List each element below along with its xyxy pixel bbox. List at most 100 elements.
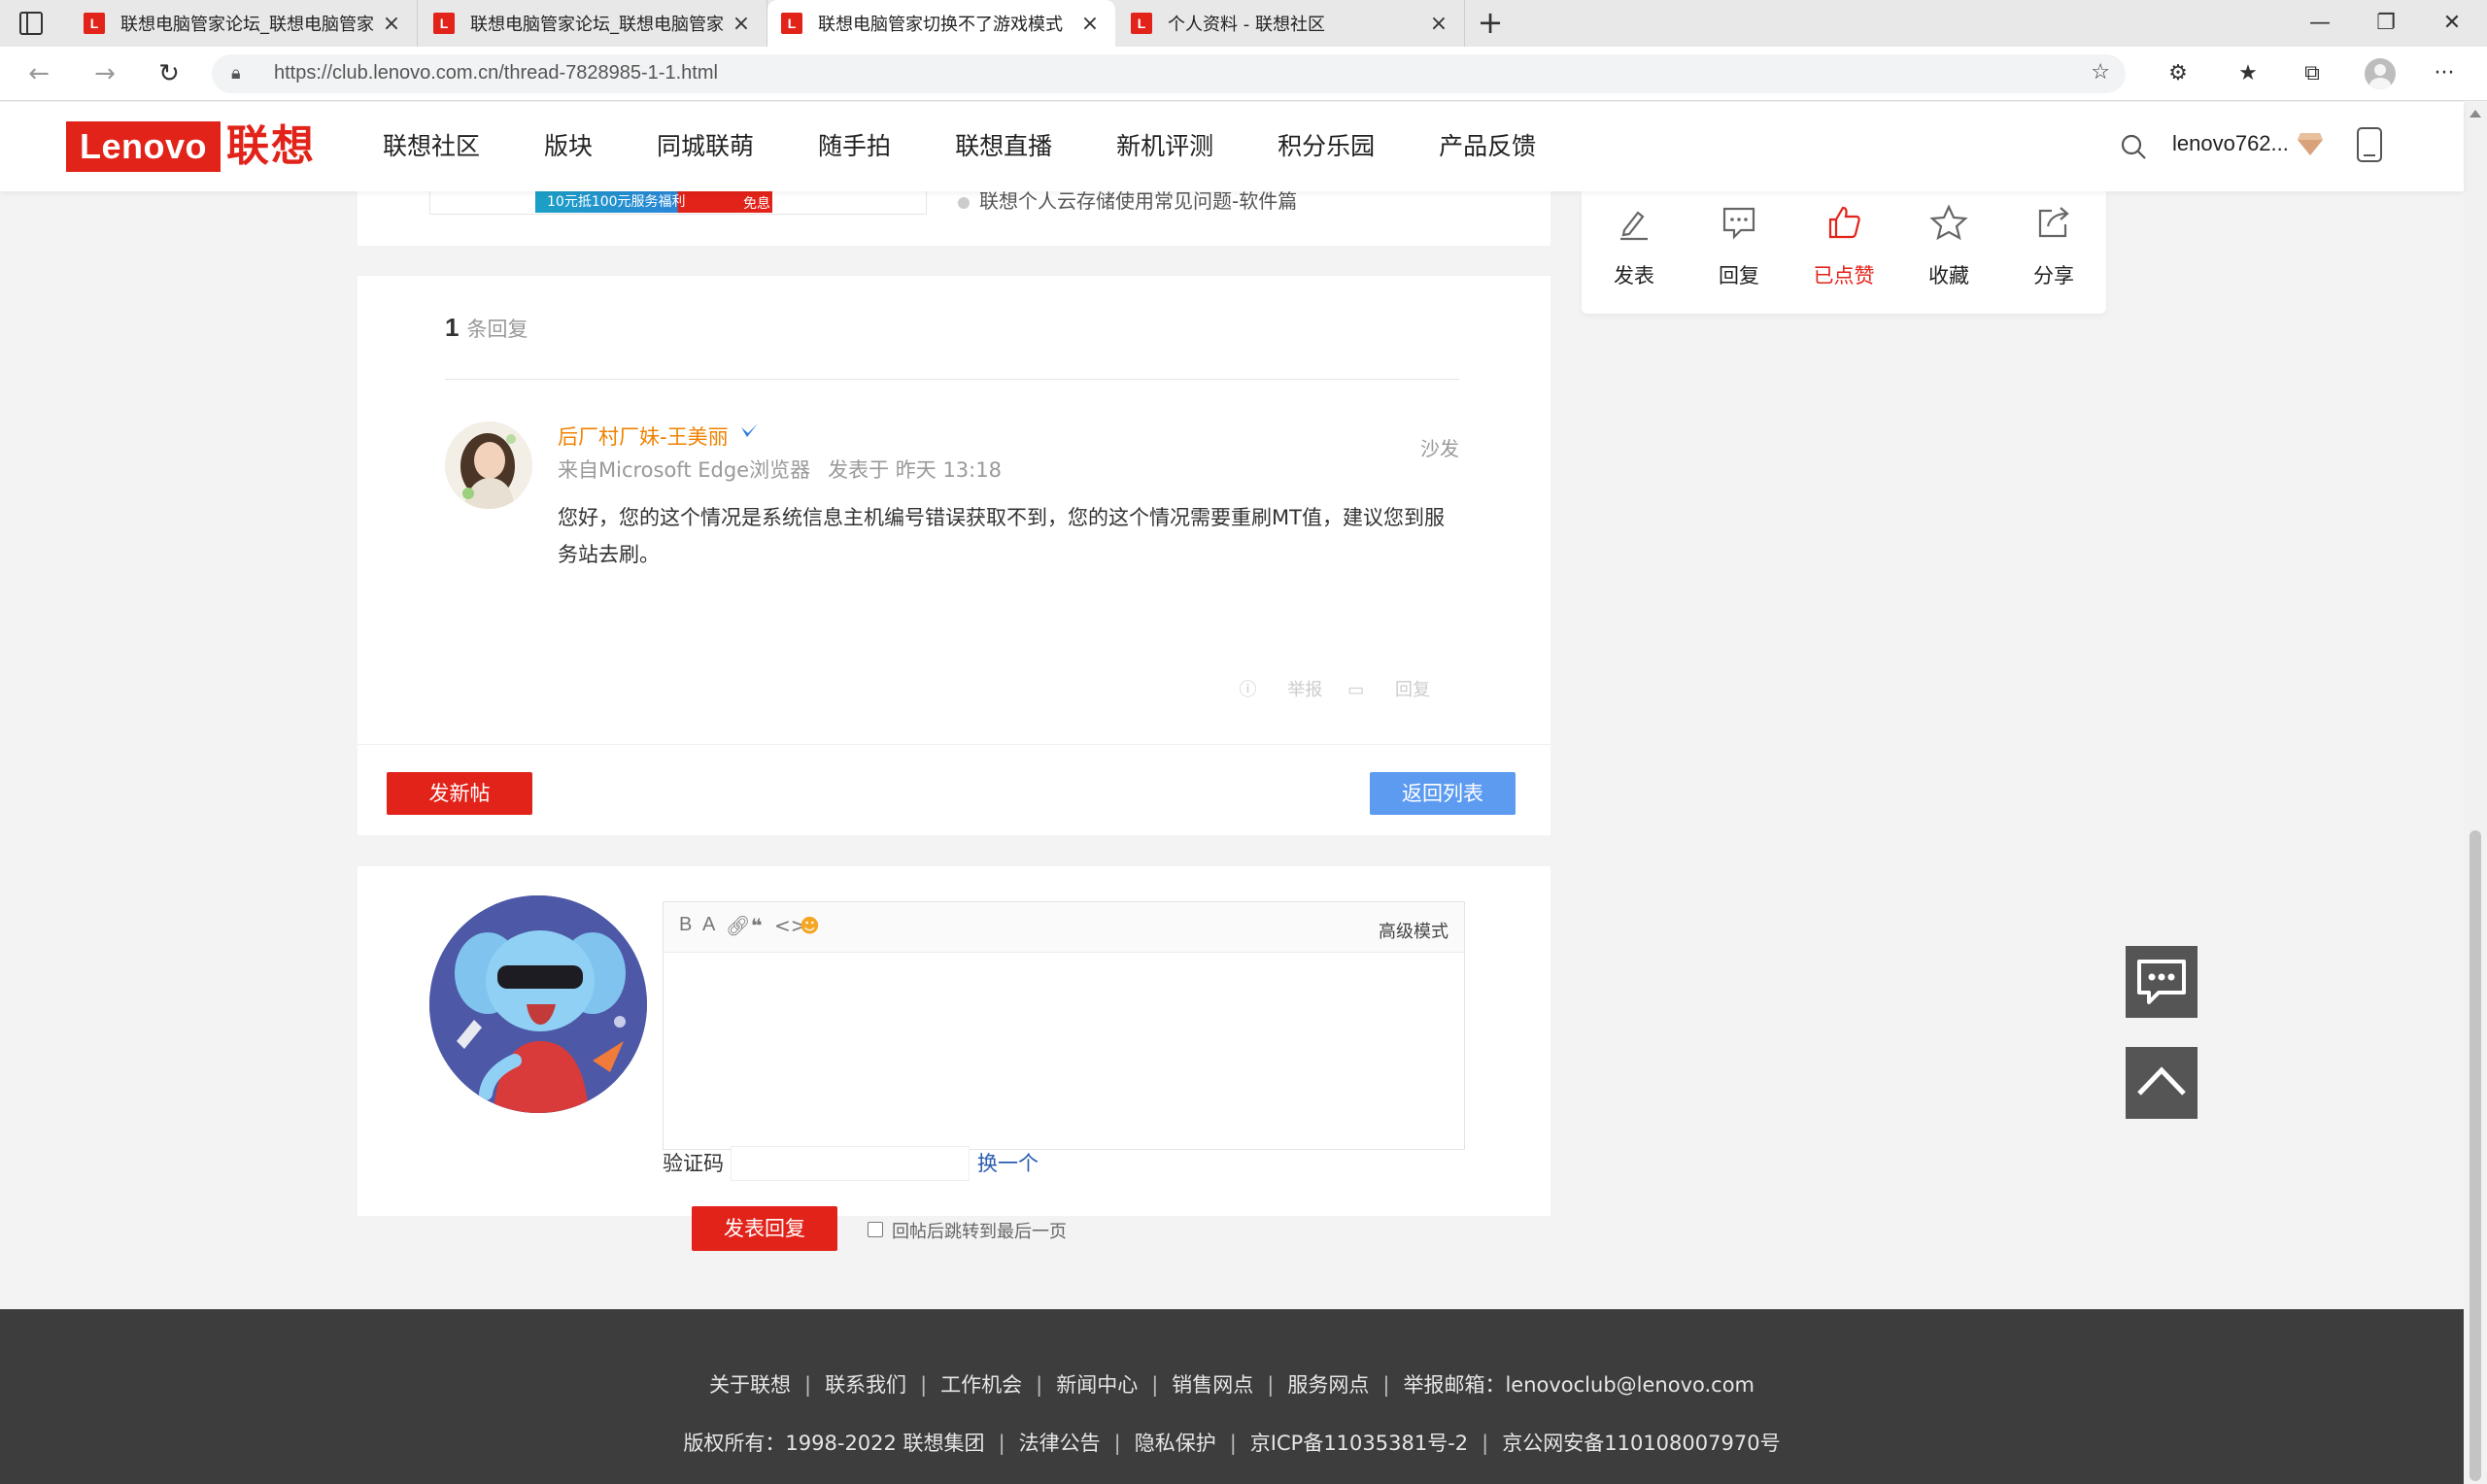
close-icon[interactable]: × — [380, 12, 403, 36]
extensions-icon[interactable]: ⚙ — [2163, 58, 2194, 89]
separator: | — [920, 1373, 928, 1397]
close-icon[interactable]: × — [730, 12, 753, 36]
post-actions-card: 发表 回复 已点赞 收藏 分享 — [1582, 191, 2106, 314]
post-action-button[interactable]: 发表 — [1595, 203, 1673, 289]
reply-author-name[interactable]: 后厂村厂妹-王美丽 — [558, 422, 760, 451]
mobile-icon[interactable] — [2357, 127, 2382, 162]
footer-link-legal[interactable]: 法律公告 — [1019, 1432, 1101, 1455]
browser-tab-2[interactable]: L 联想电脑管家论坛_联想电脑管家 × — [420, 0, 767, 47]
font-color-button[interactable]: A — [702, 914, 715, 936]
back-to-list-button[interactable]: 返回列表 — [1370, 772, 1516, 815]
edit-icon — [1620, 211, 1648, 241]
more-menu-icon[interactable]: ··· — [2429, 58, 2460, 89]
new-post-button[interactable]: 发新帖 — [387, 772, 532, 815]
separator: | — [1382, 1373, 1390, 1397]
address-bar[interactable]: 🔒︎ https://club.lenovo.com.cn/thread-782… — [212, 54, 2126, 93]
nav-item-live[interactable]: 联想直播 — [955, 102, 1052, 191]
reply-action-button[interactable]: 回复 — [1700, 203, 1778, 289]
separator: | — [1151, 1373, 1159, 1397]
icp-license-link[interactable]: 京ICP备11035381号-2 — [1250, 1432, 1468, 1455]
footer-link-sales[interactable]: 销售网点 — [1172, 1373, 1253, 1397]
captcha-refresh-link[interactable]: 换一个 — [977, 1148, 1039, 1177]
restore-icon[interactable]: ❐ — [2357, 6, 2415, 41]
nav-item-community[interactable]: 联想社区 — [383, 102, 480, 191]
reply-count-label: 条回复 — [466, 318, 528, 341]
reply-action-label: 回复 — [1719, 264, 1759, 287]
add-favorite-icon[interactable]: ☆ — [2091, 60, 2110, 84]
back-arrow-icon[interactable]: ← — [21, 56, 56, 91]
reply-meta: 来自Microsoft Edge浏览器 发表于 昨天 13:18 — [558, 455, 1019, 484]
like-action-button[interactable]: 已点赞 — [1805, 203, 1883, 289]
scrollbar-thumb[interactable] — [2470, 830, 2481, 1481]
footer-link-privacy[interactable]: 隐私保护 — [1135, 1432, 1216, 1455]
nav-item-feedback[interactable]: 产品反馈 — [1439, 102, 1536, 191]
close-icon[interactable]: × — [1427, 12, 1450, 36]
captcha-label: 验证码 — [663, 1152, 724, 1175]
window-close-icon[interactable]: ✕ — [2423, 6, 2481, 41]
reply-author-text[interactable]: 后厂村厂妹-王美丽 — [558, 425, 729, 449]
advanced-mode-link[interactable]: 高级模式 — [1379, 918, 1448, 943]
copyright-text: 版权所有：1998-2022 联想集团 — [683, 1432, 985, 1455]
footer-links: 关于联想 | 联系我们 | 工作机会 | 新闻中心 | 销售网点 | 服务网点 | 举报邮箱：lenov… — [0, 1369, 2464, 1399]
forward-arrow-icon[interactable]: → — [87, 56, 122, 91]
current-user-avatar[interactable] — [429, 895, 647, 1113]
share-action-button[interactable]: 分享 — [2015, 203, 2093, 289]
nav-item-boards[interactable]: 版块 — [544, 102, 593, 191]
browser-tabstrip: L 联想电脑管家论坛_联想电脑管家 × L 联想电脑管家论坛_联想电脑管家 × … — [0, 0, 2487, 47]
minimize-icon[interactable]: — — [2291, 6, 2349, 41]
footer-link-service[interactable]: 服务网点 — [1287, 1373, 1369, 1397]
footer-link-news[interactable]: 新闻中心 — [1056, 1373, 1138, 1397]
site-header: Lenovo 联想 联想社区 版块 同城联萌 随手拍 联想直播 新机评测 积分乐… — [0, 102, 2464, 191]
police-record-link[interactable]: 京公网安备110108007970号 — [1502, 1432, 1780, 1455]
favorite-action-button[interactable]: 收藏 — [1910, 203, 1988, 289]
verified-badge-icon — [741, 423, 759, 437]
replies-card: 1 条回复 后厂村厂妹-王美丽 来自Microsoft Edge浏览器 发表于 昨天… — [358, 276, 1550, 744]
close-icon[interactable]: × — [1078, 12, 1102, 36]
footer-link-contact[interactable]: 联系我们 — [825, 1373, 906, 1397]
profile-avatar-icon[interactable] — [2365, 58, 2396, 89]
nav-item-reviews[interactable]: 新机评测 — [1116, 102, 1213, 191]
browser-tab-3-active[interactable]: L 联想电脑管家切换不了游戏模式 × — [767, 0, 1115, 47]
footer-report-email[interactable]: 举报邮箱：lenovoclub@lenovo.com — [1403, 1373, 1755, 1397]
nav-item-local[interactable]: 同城联萌 — [657, 102, 754, 191]
reply-author-avatar[interactable] — [445, 422, 532, 509]
jump-to-last-page-label[interactable]: 回帖后跳转到最后一页 — [892, 1218, 1067, 1243]
reply-floor-label[interactable]: 沙发 — [1420, 433, 1459, 461]
captcha-input[interactable] — [731, 1146, 970, 1181]
ad-text: 10元抵100元服务福利 — [547, 194, 686, 210]
back-to-top-button[interactable] — [2126, 1047, 2197, 1119]
submit-reply-button[interactable]: 发表回复 — [692, 1206, 837, 1251]
tab-actions-icon[interactable] — [19, 12, 43, 35]
collections-icon[interactable]: ⧉ — [2297, 58, 2328, 89]
footer-link-jobs[interactable]: 工作机会 — [940, 1373, 1022, 1397]
report-button[interactable]: ⓘ 举报 — [1240, 676, 1323, 701]
lenovo-logo[interactable]: Lenovo 联想 — [66, 121, 316, 172]
bold-button[interactable]: B — [679, 914, 692, 936]
reload-icon[interactable]: ↻ — [152, 56, 187, 91]
page-scrollbar[interactable] — [2464, 102, 2487, 1484]
reply-tools: ⓘ 举报 ▭ 回复 — [1214, 676, 1430, 701]
jump-to-last-page-checkbox[interactable] — [868, 1222, 883, 1237]
reply-to-button[interactable]: ▭ 回复 — [1347, 676, 1430, 701]
lenovo-favicon-icon: L — [433, 13, 455, 34]
nav-item-points[interactable]: 积分乐园 — [1278, 102, 1375, 191]
username-link[interactable]: lenovo762... — [2172, 131, 2289, 156]
thumbs-up-icon — [1828, 206, 1860, 239]
lock-icon[interactable]: 🔒︎ — [231, 63, 241, 84]
footer-link-about[interactable]: 关于联想 — [709, 1373, 791, 1397]
nav-item-photos[interactable]: 随手拍 — [818, 102, 891, 191]
reply-editor[interactable]: B A 🔗︎ ❝ <> ☻ 高级模式 — [663, 901, 1465, 1150]
link-icon[interactable]: 🔗︎ — [726, 914, 750, 937]
emoji-icon[interactable]: ☻ — [800, 914, 820, 937]
scroll-up-arrow-icon[interactable] — [2470, 110, 2481, 118]
favorites-icon[interactable]: ★ — [2232, 58, 2264, 89]
browser-tab-1[interactable]: L 联想电脑管家论坛_联想电脑管家 × — [70, 0, 418, 47]
chat-float-button[interactable] — [2126, 946, 2197, 1018]
ad-banner[interactable]: 10元抵100元服务福利 免息 — [429, 191, 927, 215]
search-icon[interactable] — [2120, 133, 2147, 160]
new-tab-icon[interactable]: + — [1473, 6, 1508, 41]
tab-title: 联想电脑管家论坛_联想电脑管家 — [120, 15, 374, 35]
quote-icon[interactable]: ❝ — [751, 914, 763, 937]
url-text[interactable]: https://club.lenovo.com.cn/thread-782898… — [274, 62, 718, 84]
browser-tab-4[interactable]: L 个人资料 - 联想社区 × — [1117, 0, 1465, 47]
